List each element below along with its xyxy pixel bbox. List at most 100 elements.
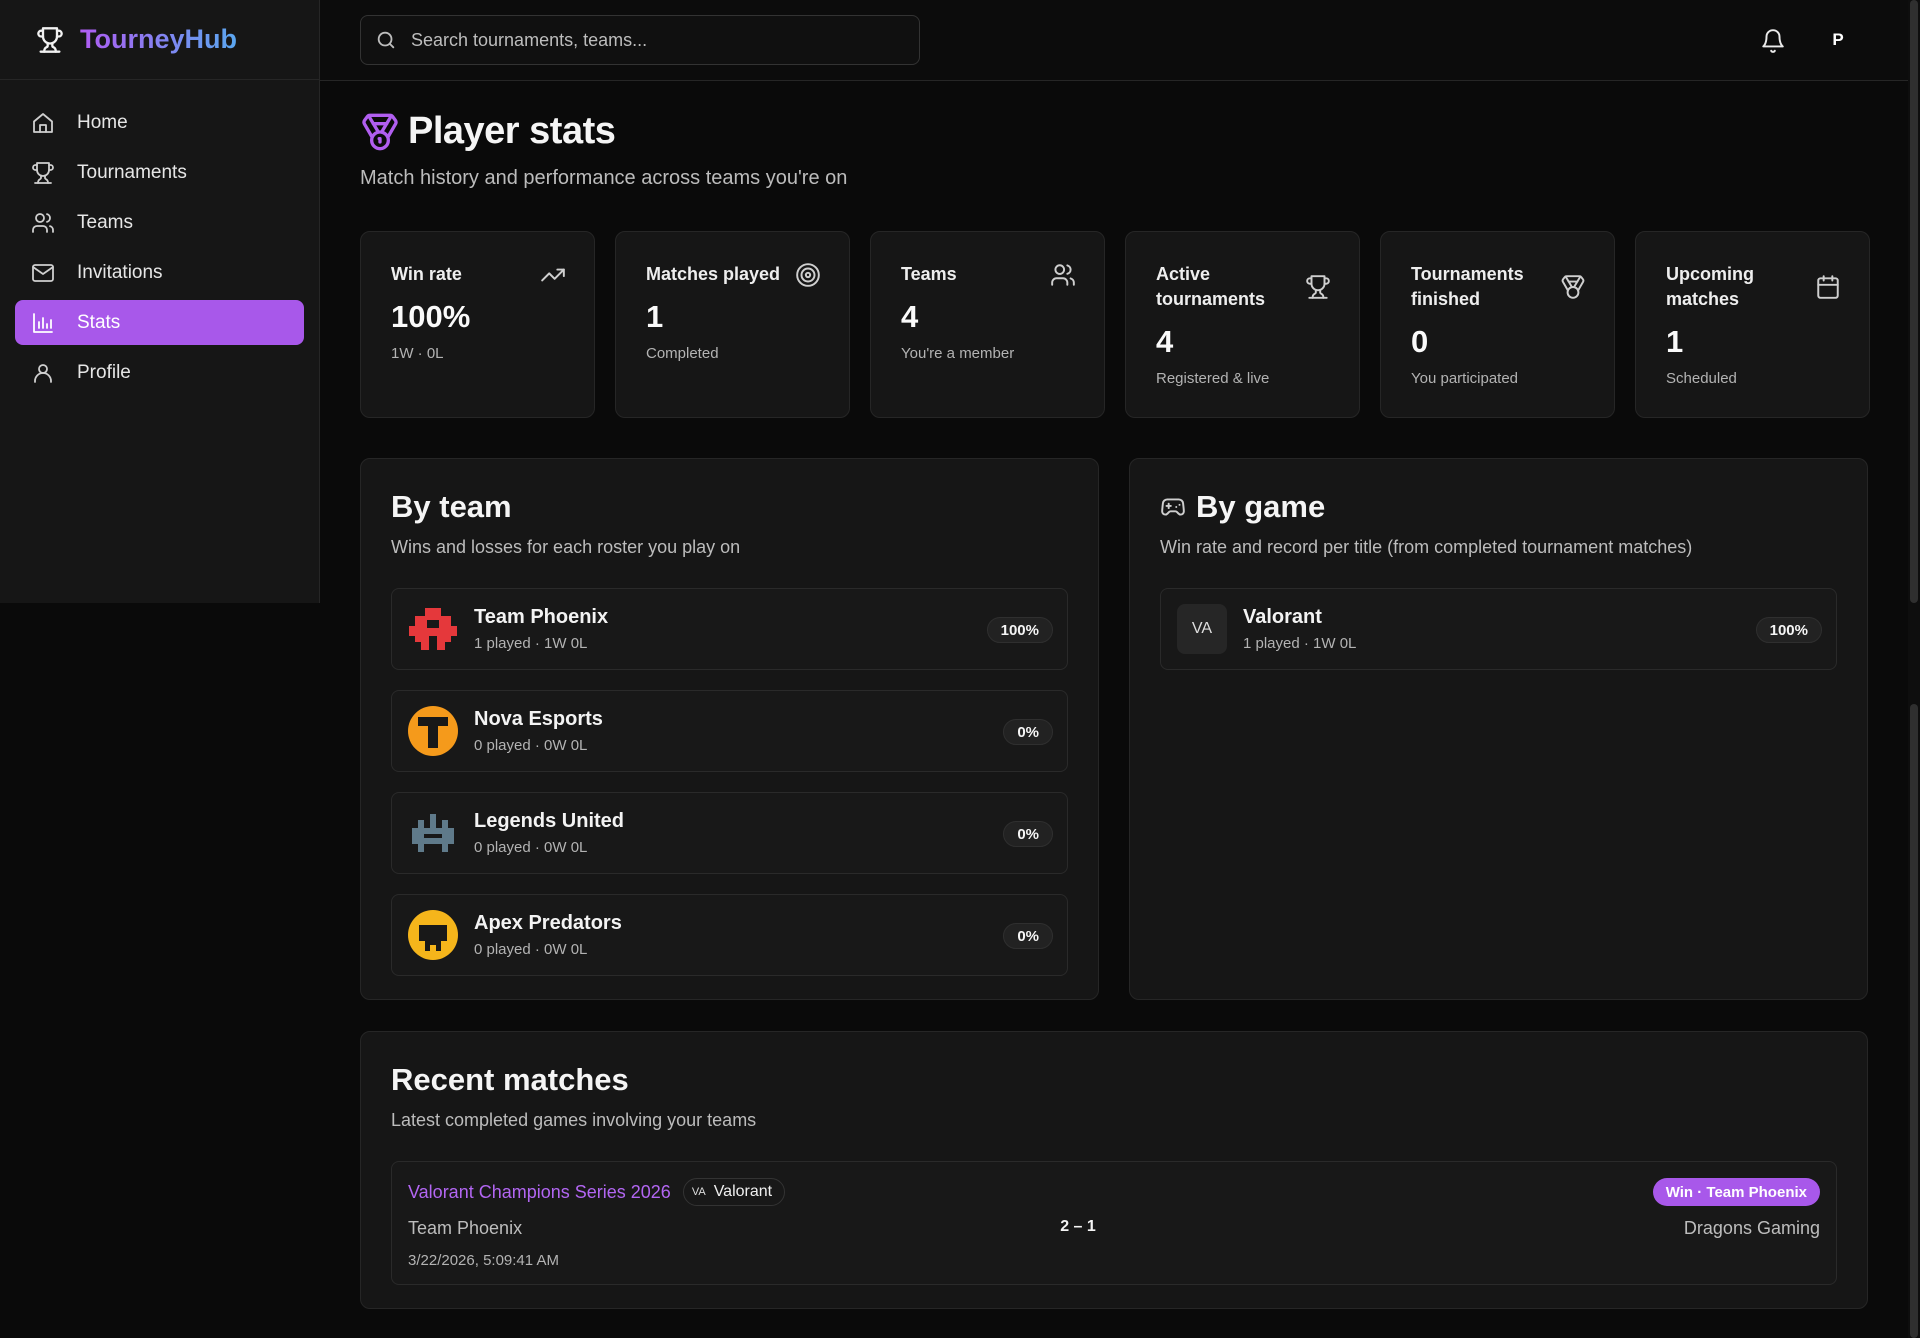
stat-label: Win rate: [391, 264, 462, 284]
team-row-legends-united[interactable]: Legends United 0 played · 0W 0L 0%: [391, 792, 1068, 874]
stat-value: 100%: [391, 299, 471, 334]
stat-caption: You participated: [1411, 370, 1519, 387]
team-record: 0 played · 0W 0L: [474, 737, 588, 754]
panel-title: By game: [1196, 489, 1326, 524]
game-name: Valorant: [1243, 606, 1322, 628]
game-name: Valorant: [713, 1183, 773, 1200]
team-name: Team Phoenix: [474, 606, 609, 628]
target-icon: [795, 262, 821, 288]
bar-chart-icon: [31, 311, 55, 335]
stat-card-upcoming-matches: Upcoming matches 1 Scheduled: [1635, 231, 1870, 418]
team-row-team-phoenix[interactable]: Team Phoenix 1 played · 1W 0L 100%: [391, 588, 1068, 670]
user-icon: [31, 361, 55, 385]
bell-icon[interactable]: [1760, 28, 1786, 54]
panel-title: By team: [391, 489, 512, 524]
stat-card-active-tournaments: Active tournaments 4 Registered & live: [1125, 231, 1360, 418]
search-box[interactable]: [360, 15, 920, 65]
by-team-panel: By team Wins and losses for each roster …: [360, 458, 1099, 1000]
win-rate-badge: 0%: [1003, 821, 1053, 847]
trending-up-icon: [540, 262, 566, 288]
page-subtitle: Match history and performance across tea…: [360, 167, 848, 189]
away-team: Dragons Gaming: [1683, 1218, 1820, 1238]
stat-card-matches-played: Matches played 1 Completed: [615, 231, 850, 418]
team-row-nova-esports[interactable]: Nova Esports 0 played · 0W 0L 0%: [391, 690, 1068, 772]
match-card[interactable]: Valorant Champions Series 2026 VA Valora…: [391, 1161, 1837, 1285]
nav-label: Tournaments: [77, 161, 187, 183]
stat-value: 4: [1156, 324, 1174, 359]
trophy-icon: [31, 161, 55, 185]
team-record: 0 played · 0W 0L: [474, 839, 588, 856]
game-record: 1 played · 1W 0L: [1243, 635, 1357, 652]
nav-label: Home: [77, 111, 128, 133]
search-icon: [375, 29, 397, 51]
stat-caption: Completed: [646, 345, 719, 362]
avatar[interactable]: P: [1820, 22, 1856, 58]
nav-item-tournaments[interactable]: Tournaments: [15, 150, 304, 195]
calendar-icon: [1815, 274, 1841, 300]
game-abbr: VA: [1191, 620, 1213, 637]
users-icon: [31, 211, 55, 235]
win-rate-badge: 100%: [1755, 617, 1822, 643]
recent-matches-panel: Recent matches Latest completed games in…: [360, 1031, 1868, 1309]
medal-icon: [360, 111, 400, 153]
nav-item-profile[interactable]: Profile: [15, 350, 304, 395]
team-list: Team Phoenix 1 played · 1W 0L 100% Nova …: [391, 588, 1068, 976]
app-name: TourneyHub: [80, 24, 237, 54]
game-tile: VA: [1177, 604, 1227, 654]
team-logo: [408, 604, 458, 654]
team-logo: [408, 910, 458, 960]
team-name: Apex Predators: [474, 912, 622, 934]
users-icon: [1050, 262, 1076, 288]
match-date: 3/22/2026, 5:09:41 AM: [408, 1252, 559, 1269]
sidebar: TourneyHub Home Tournaments Teams Invita…: [0, 0, 320, 603]
panel-title-row: By game: [1160, 489, 1837, 525]
nav-label: Invitations: [77, 261, 163, 283]
stat-caption: Registered & live: [1156, 370, 1270, 387]
win-rate-badge: 100%: [986, 617, 1053, 643]
team-name: Nova Esports: [474, 708, 603, 730]
home-icon: [31, 111, 55, 135]
panel-title: Recent matches: [391, 1062, 629, 1097]
mail-icon: [31, 261, 55, 285]
stat-value: 4: [901, 299, 919, 334]
medal-icon: [1560, 274, 1586, 300]
game-row-valorant[interactable]: VA Valorant 1 played · 1W 0L 100%: [1160, 588, 1837, 670]
tournament-link[interactable]: Valorant Champions Series 2026: [408, 1182, 671, 1203]
result-badge: Win · Team Phoenix: [1652, 1178, 1820, 1206]
scrollbar-thumb[interactable]: [1910, 704, 1918, 1338]
win-rate-badge: 0%: [1003, 923, 1053, 949]
team-row-apex-predators[interactable]: Apex Predators 0 played · 0W 0L 0%: [391, 894, 1068, 976]
team-record: 1 played · 1W 0L: [474, 635, 588, 652]
stat-label: Tournaments finished: [1411, 264, 1524, 309]
scrollbar-thumb[interactable]: [1910, 0, 1918, 603]
nav-label: Profile: [77, 361, 131, 383]
page-header: Player stats Match history and performan…: [360, 110, 847, 190]
stat-label: Upcoming matches: [1666, 264, 1754, 309]
stat-card-win-rate: Win rate 100% 1W · 0L: [360, 231, 595, 418]
stat-value: 1: [646, 299, 664, 334]
panel-subtitle: Wins and losses for each roster you play…: [391, 537, 741, 557]
team-logo: [408, 808, 458, 858]
search-input[interactable]: [411, 29, 891, 51]
game-list: VA Valorant 1 played · 1W 0L 100%: [1160, 588, 1837, 670]
game-chip: VA Valorant: [682, 1178, 786, 1206]
main-nav: Home Tournaments Teams Invitations Stats: [0, 80, 319, 420]
trophy-icon: [1305, 274, 1331, 300]
nav-item-invitations[interactable]: Invitations: [15, 250, 304, 295]
stat-caption: You're a member: [901, 345, 1015, 362]
stat-label: Matches played: [646, 264, 781, 284]
brand[interactable]: TourneyHub: [0, 0, 319, 80]
nav-item-home[interactable]: Home: [15, 100, 304, 145]
top-bar: P: [320, 0, 1908, 81]
team-name: Legends United: [474, 810, 625, 832]
nav-label: Teams: [77, 211, 133, 233]
panel-subtitle: Win rate and record per title (from comp…: [1160, 537, 1693, 557]
panel-subtitle: Latest completed games involving your te…: [391, 1110, 757, 1130]
win-rate-badge: 0%: [1003, 719, 1053, 745]
stat-caption: Scheduled: [1666, 370, 1737, 387]
home-team: Team Phoenix: [408, 1218, 523, 1238]
trophy-icon: [36, 26, 64, 54]
match-score: 2 – 1: [1060, 1218, 1096, 1235]
nav-item-stats[interactable]: Stats: [15, 300, 304, 345]
nav-item-teams[interactable]: Teams: [15, 200, 304, 245]
